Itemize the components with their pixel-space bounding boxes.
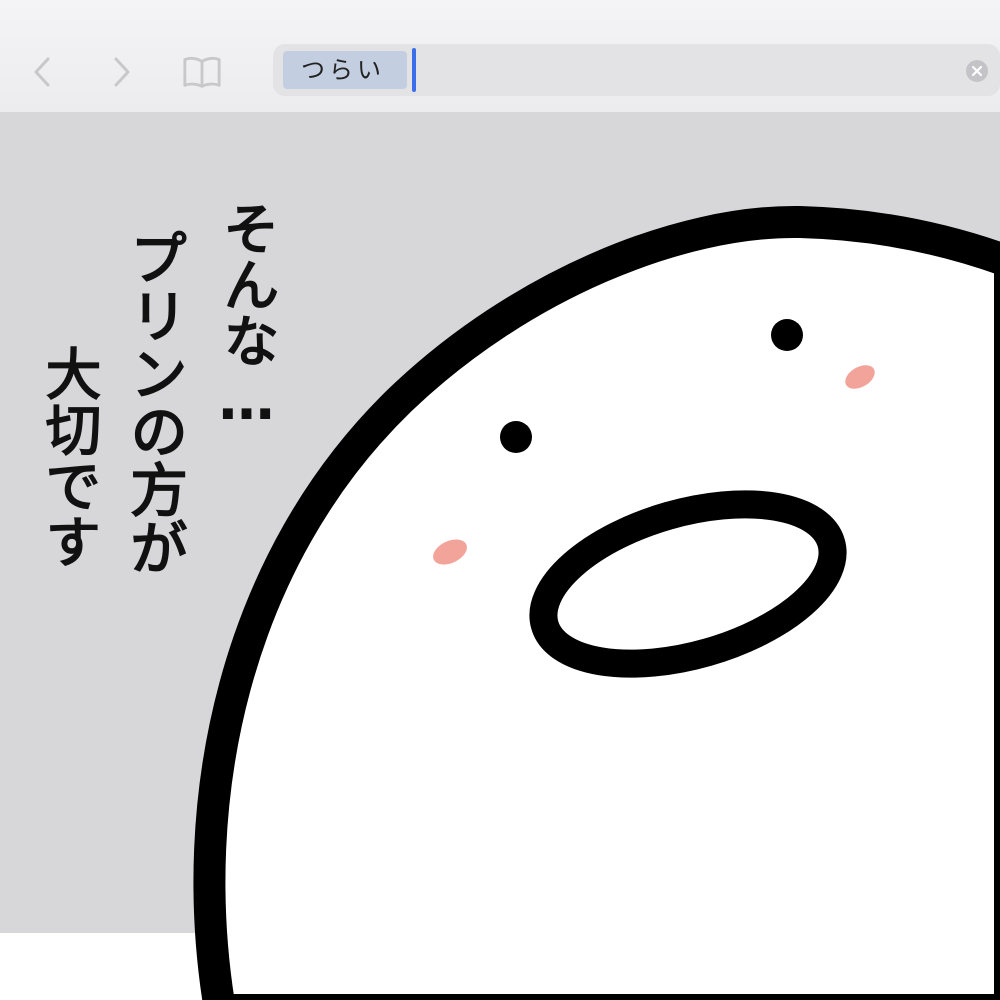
left-eye — [500, 421, 532, 453]
right-eye — [771, 319, 803, 351]
character-illustration — [193, 205, 1000, 1000]
